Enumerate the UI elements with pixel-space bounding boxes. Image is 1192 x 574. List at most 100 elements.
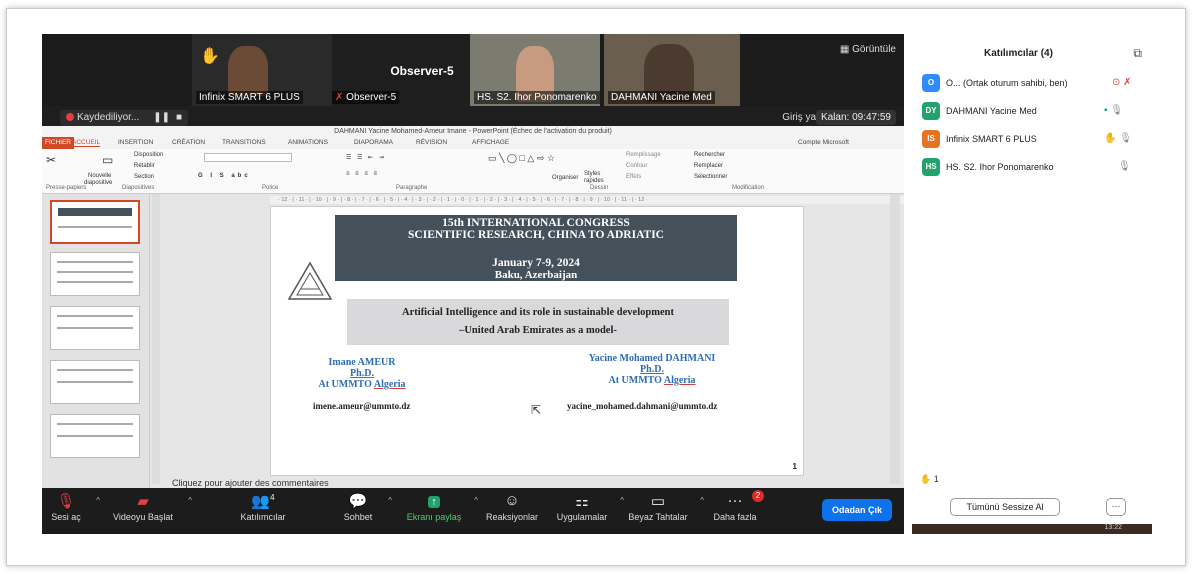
tile-center-name: Observer-5 [390,64,454,78]
selectionner-button[interactable]: Sélectionner [694,174,727,180]
slide-page-number: 1 [792,462,797,471]
ribbon-tabs: FICHIER ACCUEIL INSERTION CRÉATION TRANS… [42,137,904,149]
effets-button[interactable]: Effets [626,174,641,180]
thumb-line [57,423,133,425]
chevron-up-icon[interactable]: ^ [388,496,392,505]
font-name-field[interactable] [204,153,292,162]
thumb-line [57,369,133,371]
leave-button[interactable]: Odadan Çık [822,499,892,521]
new-slide-icon[interactable]: ▭ [102,153,113,167]
remplissage-button[interactable]: Remplissage [626,152,661,158]
congress-date: January 7-9, 2024 [492,257,580,269]
avatar: DY [922,102,940,120]
tab-transitions[interactable]: TRANSITIONS [222,139,266,146]
mic-icon: 🎙 [1118,161,1131,172]
thumb-line [57,435,133,437]
participants-icon: 👥4 [251,493,275,510]
chevron-up-icon[interactable]: ^ [188,496,192,505]
chevron-up-icon[interactable]: ^ [96,496,100,505]
styles-rapides-label[interactable]: rapides [584,178,604,184]
share-status-icon: ▪ 🎙 [1104,105,1124,116]
shapes-gallery[interactable]: ▭ ╲ ◯ □ △ ⇨ ☆ [488,153,555,164]
nouvelle-label[interactable]: Nouvelle [88,173,111,179]
tab-affichage[interactable]: AFFICHAGE [472,139,509,146]
author-1-degree: Ph.D. [350,368,374,379]
participant-row[interactable]: DY DAHMANI Yacine Med ▪ 🎙 [922,102,1152,122]
apps-button[interactable]: ⚏ Uygulamalar ^ [554,492,624,522]
styles-button[interactable]: Styles [584,171,600,177]
participants-label: Katılımcılar [240,512,286,522]
tab-diaporama[interactable]: DIAPORAMA [354,139,393,146]
slide-thumbnail[interactable] [50,252,140,296]
remplacer-button[interactable]: Remplacer [694,163,723,169]
participant-row[interactable]: HS HS. S2. Ihor Ponomarenko 🎙 [922,158,1152,178]
slide-thumbnail[interactable] [50,360,140,404]
tab-animations[interactable]: ANIMATIONS [288,139,328,146]
author-2-affil-place: Algeria [663,375,696,386]
account-label[interactable]: Compte Microsoft [798,139,849,146]
retablir-button[interactable]: Rétablir [134,163,155,169]
comments-pane[interactable]: Cliquez pour ajouter des commentaires [172,478,329,488]
taskbar: 13:22 [912,524,1152,534]
paragraph-buttons[interactable]: ☰ ☰ ⇤ ⇥ [346,154,386,161]
chevron-up-icon[interactable]: ^ [474,496,478,505]
chat-button[interactable]: 💬 Sohbet ^ [338,492,392,522]
recording-indicator[interactable]: Kaydediliyor... ❚❚ ■ [60,110,189,126]
apps-icon: ⚏ [575,493,589,510]
organiser-button[interactable]: Organiser [552,175,578,181]
mute-all-button[interactable]: Tümünü Sessize Al [950,498,1060,516]
video-tile-ponomarenko[interactable]: HS. S2. Ihor Ponomarenko [470,34,600,106]
section-button[interactable]: Section [134,174,154,180]
tab-fichier[interactable]: FICHIER [42,137,74,149]
panel-more-button[interactable]: ··· [1106,498,1126,516]
pause-icon[interactable]: ❚❚ [153,112,170,123]
participant-row[interactable]: O O... (Ortak oturum sahibi, ben) ⊙ ✗ [922,74,1152,94]
thumb-line [58,226,132,228]
tab-creation[interactable]: CRÉATION [172,139,205,146]
more-button[interactable]: ··· 2 Daha fazla [710,490,764,522]
popout-icon[interactable]: ⧉ [1133,46,1142,61]
participants-button[interactable]: 👥4 Katılımcılar [228,492,298,522]
whiteboard-button[interactable]: ▭ Beyaz Tahtalar ^ [626,492,704,522]
tab-revision[interactable]: RÉVISION [416,139,447,146]
congress-place: Baku, Azerbaijan [494,269,578,281]
video-tile-dahmani[interactable]: DAHMANI Yacine Med [604,34,740,106]
remaining-time: Kalan: 09:47:59 [815,110,896,125]
participant-row[interactable]: IS Infinix SMART 6 PLUS ✋ 🎙 [922,130,1152,150]
disposition-button[interactable]: Disposition [134,152,163,158]
slide-canvas[interactable]: 15th INTERNATIONAL CONGRESS SCIENTIFIC R… [270,206,804,476]
tab-insertion[interactable]: INSERTION [118,139,153,146]
video-tile-infinix[interactable]: Infinix SMART 6 PLUS [192,34,332,106]
start-video-button[interactable]: ▰ Videoyu Başlat ^ [108,492,192,522]
share-screen-button[interactable]: ↑ Ekranı paylaş ^ [404,492,478,522]
reactions-button[interactable]: ☺ Reaksiyonlar [482,492,542,522]
slide-thumbnail[interactable] [50,306,140,350]
slide-thumbnail[interactable] [50,414,140,458]
tile-name: DAHMANI Yacine Med [608,91,715,104]
rechercher-button[interactable]: Rechercher [694,152,725,158]
slide-thumbnails[interactable] [42,194,150,488]
author-1: Imane AMEUR Ph.D. At UMMTO Algeria [307,357,417,390]
font-format-buttons[interactable]: G I S abc [198,173,251,179]
mute-button[interactable]: 🎙 Sesi aç ^ [46,492,100,522]
view-button[interactable]: ▦ Görüntüle [840,44,896,55]
contour-button[interactable]: Contour [626,163,647,169]
chevron-up-icon[interactable]: ^ [700,496,704,505]
triangle-logo-icon [287,261,333,300]
slide-thumbnail[interactable] [50,200,140,244]
raised-hand-icon: ✋ 🎙 [1104,133,1132,144]
thumb-line [57,281,133,283]
horizontal-ruler: · 12 · | · 11 · | · 10 · | · 9 · | · 8 ·… [270,196,904,204]
slide-scrollbar[interactable] [890,194,900,484]
paste-icon[interactable]: ✂ [46,153,56,167]
host-controls-icon[interactable]: ⊙ ✗ [1112,77,1132,88]
video-tile-observer[interactable]: Observer-5 ✗ Observer-5 [332,34,470,106]
video-label: Videoyu Başlat [113,512,173,522]
align-buttons[interactable]: ≡ ≡ ≡ ≡ [346,171,379,177]
thumbnail-scrollbar[interactable] [152,194,160,484]
stop-icon[interactable]: ■ [176,112,182,123]
chevron-up-icon[interactable]: ^ [620,496,624,505]
diapositive-label[interactable]: diapositive [84,180,112,186]
tab-accueil[interactable]: ACCUEIL [72,139,101,147]
record-icon [66,113,74,122]
